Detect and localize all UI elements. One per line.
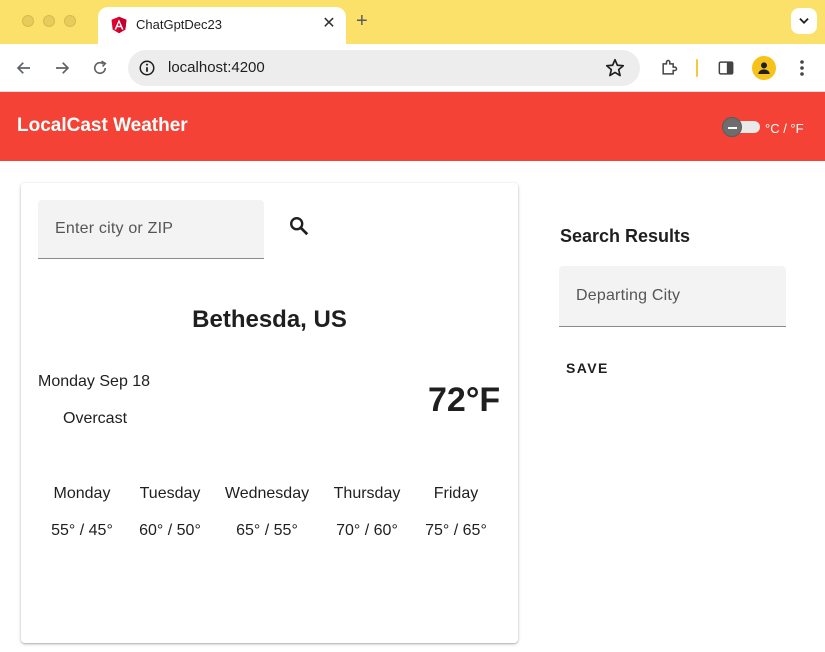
forecast-day-name: Wednesday <box>224 485 310 502</box>
forecast-day-name: Monday <box>53 485 111 502</box>
reload-icon <box>93 60 107 75</box>
city-name: Bethesda, US <box>192 306 347 333</box>
person-icon <box>758 62 770 74</box>
app-header: LocalCast Weather °C / °F <box>0 92 825 161</box>
unit-toggle-label: °C / °F <box>765 121 804 136</box>
forecast-day-name: Friday <box>433 485 479 502</box>
window-minimize-dot[interactable] <box>43 15 55 27</box>
search-button[interactable] <box>287 214 311 238</box>
forecast-day: Thursday 70° / 60° <box>317 485 417 540</box>
bookmark-star-icon[interactable] <box>604 57 626 79</box>
browser-menu-button[interactable] <box>790 56 814 80</box>
forecast-day: Wednesday 65° / 55° <box>217 485 317 540</box>
forecast-temp-range: 70° / 60° <box>336 522 398 539</box>
forecast-temp-range: 65° / 55° <box>236 522 298 539</box>
city-search-input[interactable] <box>38 200 264 258</box>
browser-toolbar: localhost:4200 <box>0 44 825 92</box>
back-button[interactable] <box>12 56 36 80</box>
forecast-day-name: Thursday <box>333 485 401 502</box>
site-info-icon[interactable] <box>138 59 156 77</box>
unit-toggle[interactable] <box>722 117 760 137</box>
side-panel-button[interactable] <box>714 56 738 80</box>
side-panel-icon <box>718 61 734 75</box>
address-bar[interactable]: localhost:4200 <box>128 50 640 86</box>
profile-avatar[interactable] <box>752 56 776 80</box>
forecast-day: Tuesday 60° / 50° <box>120 485 220 540</box>
departing-city-field[interactable] <box>559 266 786 327</box>
forecast-day: Monday 55° / 45° <box>32 485 132 540</box>
more-vert-icon <box>800 60 804 76</box>
forecast-day-name: Tuesday <box>139 485 201 502</box>
extensions-button[interactable] <box>657 56 681 80</box>
forecast-temp-range: 55° / 45° <box>51 522 113 539</box>
window-zoom-dot[interactable] <box>64 15 76 27</box>
current-temperature: 72°F <box>428 381 501 419</box>
current-date: Monday Sep 18 <box>38 373 151 390</box>
angular-logo-icon <box>111 16 127 34</box>
reload-button[interactable] <box>88 56 112 80</box>
window-close-dot[interactable] <box>22 15 34 27</box>
departing-city-input[interactable] <box>559 266 786 326</box>
browser-titlebar: ChatGptDec23 ✕ + <box>0 0 825 44</box>
search-icon <box>290 217 309 236</box>
arrow-left-icon <box>16 62 30 74</box>
forecast-temp-range: 75° / 65° <box>425 522 487 539</box>
search-results-title: Search Results <box>560 226 691 246</box>
forecast-day: Friday 75° / 65° <box>406 485 506 540</box>
new-tab-button[interactable]: + <box>356 10 368 32</box>
app-title: LocalCast Weather <box>17 115 188 136</box>
tab-search-button[interactable] <box>791 8 817 34</box>
forward-button[interactable] <box>50 56 74 80</box>
arrow-right-icon <box>56 62 70 74</box>
forecast-row: Monday 55° / 45° Tuesday 60° / 50° Wedne… <box>38 485 500 555</box>
forecast-temp-range: 60° / 50° <box>139 522 201 539</box>
toolbar-divider <box>696 59 698 77</box>
tab-close-icon[interactable]: ✕ <box>320 14 338 34</box>
save-button[interactable]: SAVE <box>566 356 622 380</box>
tab-title: ChatGptDec23 <box>136 17 222 32</box>
weather-condition: Overcast <box>63 410 128 427</box>
browser-tab[interactable]: ChatGptDec23 ✕ <box>98 7 346 44</box>
toggle-thumb[interactable] <box>722 117 742 137</box>
puzzle-icon <box>662 59 678 75</box>
city-search-field[interactable] <box>38 200 264 259</box>
url-text[interactable]: localhost:4200 <box>168 59 265 76</box>
chevron-down-icon <box>799 18 809 24</box>
